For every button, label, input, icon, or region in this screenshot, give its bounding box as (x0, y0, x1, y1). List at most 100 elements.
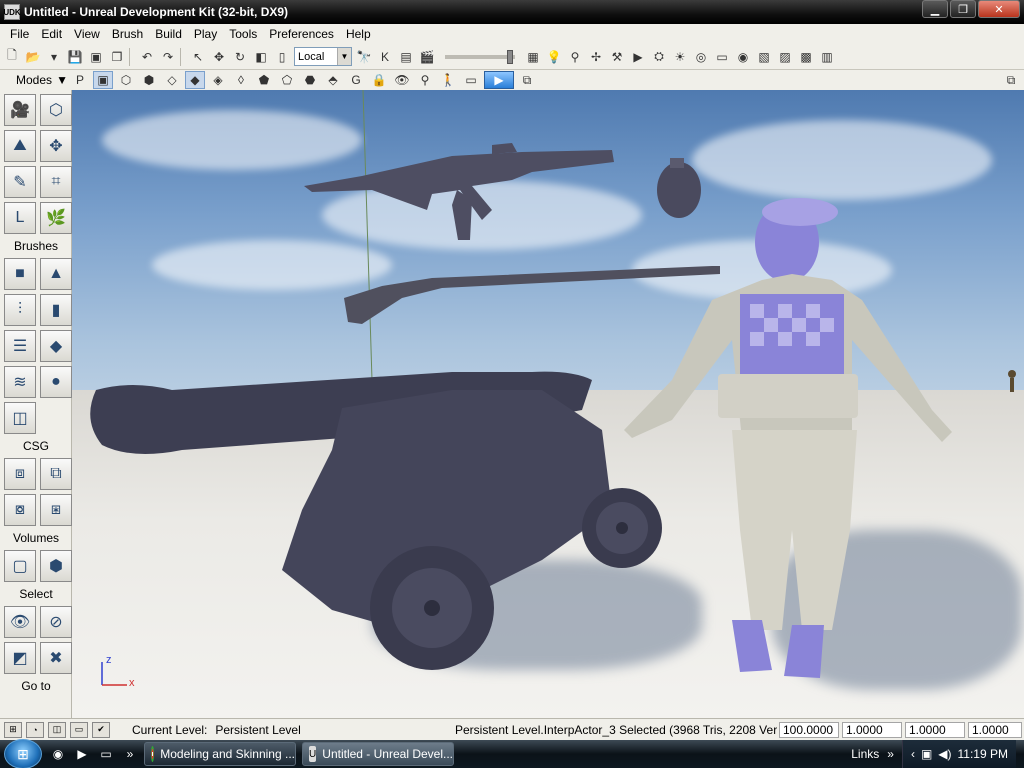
detail-lighting-icon[interactable]: ◈ (208, 71, 228, 89)
media-player-icon[interactable]: ▶ (74, 746, 90, 762)
globe-icon[interactable]: ◎ (692, 48, 710, 66)
lock-icon[interactable]: 🔒 (369, 71, 389, 89)
mesh-paint-icon[interactable]: ⌗ (40, 166, 72, 198)
cube-brush-icon[interactable]: ■ (4, 258, 36, 290)
landscape-icon[interactable]: L (4, 202, 36, 234)
player-start-icon[interactable]: 🚶 (438, 71, 458, 89)
eye-icon[interactable]: 👁 (392, 71, 412, 89)
play-in-editor-icon[interactable]: ▶ (629, 48, 647, 66)
links-overflow-icon[interactable]: » (887, 747, 894, 761)
spiral-stair-icon[interactable]: ≋ (4, 366, 36, 398)
light-complexity-icon[interactable]: ⬟ (254, 71, 274, 89)
matinee-icon[interactable]: 🎬 (418, 48, 436, 66)
select-icon[interactable]: ↖ (189, 48, 207, 66)
build-geometry-icon[interactable]: ▦ (524, 48, 542, 66)
scale-x-field[interactable]: 1.0000 (842, 721, 902, 738)
unlit-icon[interactable]: ◇ (162, 71, 182, 89)
menu-edit[interactable]: Edit (35, 27, 68, 41)
csg-deintersect-icon[interactable]: ⧆ (40, 494, 72, 526)
save-all-icon[interactable]: ▣ (87, 48, 105, 66)
float-viewport-icon[interactable]: ⧉ (517, 71, 537, 89)
modes-header[interactable]: Modes ▼ (0, 73, 70, 87)
realtime-icon[interactable]: ▣ (93, 71, 113, 89)
lighting-icon[interactable]: ☀ (671, 48, 689, 66)
menu-play[interactable]: Play (188, 27, 223, 41)
menu-view[interactable]: View (68, 27, 106, 41)
save-icon[interactable]: 💾 (66, 48, 84, 66)
lit-icon[interactable]: ◆ (185, 71, 205, 89)
copy-icon[interactable]: ❐ (108, 48, 126, 66)
chevron-down-icon[interactable]: ▼ (56, 73, 68, 87)
move-pivot-icon[interactable]: ✥ (40, 130, 72, 162)
geometry-mode-icon[interactable]: ⬡ (40, 94, 72, 126)
volume-dropdown-icon[interactable]: ⬢ (40, 550, 72, 582)
csg-subtract-icon[interactable]: ⧉ (40, 458, 72, 490)
quicklaunch-overflow-icon[interactable]: » (122, 746, 138, 762)
cone-brush-icon[interactable]: ▲ (40, 258, 72, 290)
wireframe-icon[interactable]: ⬢ (139, 71, 159, 89)
layers-icon[interactable]: ▭ (713, 48, 731, 66)
scale-z-field[interactable]: 1.0000 (968, 721, 1022, 738)
hide-selected-icon[interactable]: ⊘ (40, 606, 72, 638)
play-on-console-icon[interactable]: ⛭ (650, 48, 668, 66)
title-bar[interactable]: UDK Untitled - Unreal Development Kit (3… (0, 0, 1024, 24)
texture-density-icon[interactable]: ⬠ (277, 71, 297, 89)
minimize-button[interactable]: ▁ (922, 0, 948, 18)
shader-complexity-icon[interactable]: ⬣ (300, 71, 320, 89)
drag-grid-field[interactable]: 100.0000 (779, 721, 839, 738)
network-icon[interactable]: ▣ (921, 747, 932, 761)
taskbar-item-browser[interactable]: Modeling and Skinning ... (144, 742, 296, 766)
select-invert-icon[interactable]: ◩ (4, 642, 36, 674)
chrome-icon[interactable]: ◉ (50, 746, 66, 762)
mesh-icon[interactable]: ▨ (776, 48, 794, 66)
menu-file[interactable]: File (4, 27, 35, 41)
coordinate-system-select[interactable]: Local ▼ (294, 47, 352, 66)
menu-brush[interactable]: Brush (106, 27, 149, 41)
links-toolbar[interactable]: Links (851, 747, 879, 761)
content-browser-icon[interactable]: ▤ (397, 48, 415, 66)
show-desktop-icon[interactable]: ▭ (98, 746, 114, 762)
build-paths-icon[interactable]: ⚲ (566, 48, 584, 66)
autosave-icon[interactable]: ◫ (48, 721, 66, 738)
material-icon[interactable]: ▥ (818, 48, 836, 66)
rotate-icon[interactable]: ↻ (231, 48, 249, 66)
close-button[interactable]: ✕ (978, 0, 1020, 18)
rotation-grid-toggle-icon[interactable]: ◔ (26, 721, 44, 738)
scale-icon[interactable]: ◧ (252, 48, 270, 66)
build-cover-icon[interactable]: ✢ (587, 48, 605, 66)
scale-y-field[interactable]: 1.0000 (905, 721, 965, 738)
maximize-viewport-icon[interactable]: ⧉ (1001, 71, 1021, 89)
menu-preferences[interactable]: Preferences (263, 27, 340, 41)
anim-icon[interactable]: ▩ (797, 48, 815, 66)
build-all-icon[interactable]: ⚒ (608, 48, 626, 66)
texture-icon[interactable]: ▧ (755, 48, 773, 66)
linear-stair-icon[interactable]: ☰ (4, 330, 36, 362)
csg-intersect-icon[interactable]: ⧇ (4, 494, 36, 526)
brush-wireframe-icon[interactable]: ⬡ (116, 71, 136, 89)
sheet-brush-icon[interactable]: ◆ (40, 330, 72, 362)
menu-help[interactable]: Help (340, 27, 377, 41)
redo-icon[interactable]: ↷ (159, 48, 177, 66)
camera-mode-icon[interactable]: 🎥 (4, 94, 36, 126)
open-icon[interactable]: 📂 (24, 48, 42, 66)
perspective-viewport[interactable]: z x (72, 90, 1024, 718)
maximize-button[interactable]: ❐ (950, 0, 976, 18)
layer-icon[interactable]: ✔ (92, 721, 110, 738)
menu-tools[interactable]: Tools (223, 27, 263, 41)
perspective-icon[interactable]: P (70, 71, 90, 89)
show-selected-icon[interactable]: 👁 (4, 606, 36, 638)
scale-nonuniform-icon[interactable]: ▯ (273, 48, 291, 66)
build-lighting-icon[interactable]: 💡 (545, 48, 563, 66)
recent-dropdown-icon[interactable]: ▾ (45, 48, 63, 66)
new-icon[interactable]: 🗋 (3, 48, 21, 66)
joystick-icon[interactable]: ⚲ (415, 71, 435, 89)
drag-grid-toggle-icon[interactable]: ⊞ (4, 721, 22, 738)
volumetric-brush-icon[interactable]: ◫ (4, 402, 36, 434)
undo-icon[interactable]: ↶ (138, 48, 156, 66)
game-view-icon[interactable]: G (346, 71, 366, 89)
select-none-icon[interactable]: ✖ (40, 642, 72, 674)
foliage-icon[interactable]: 🌿 (40, 202, 72, 234)
kismet-icon[interactable]: K (376, 48, 394, 66)
translate-icon[interactable]: ✥ (210, 48, 228, 66)
volume-icon[interactable]: ◀) (938, 747, 951, 761)
